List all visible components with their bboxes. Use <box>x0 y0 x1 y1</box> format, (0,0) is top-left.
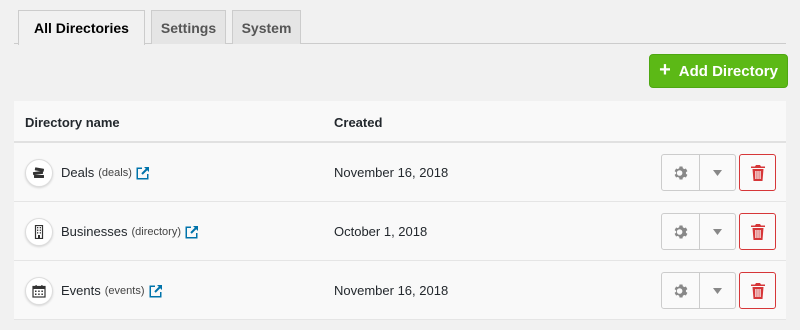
directories-table: Directory name Created Deals (deals) Nov… <box>14 101 786 320</box>
trash-icon <box>750 223 765 240</box>
tab-all-directories[interactable]: All Directories <box>18 10 145 45</box>
settings-button[interactable] <box>662 214 700 249</box>
plus-icon: + <box>659 59 671 81</box>
directory-name-cell: Events (events) <box>61 283 163 298</box>
directory-avatar <box>25 159 53 187</box>
directory-name[interactable]: Events <box>61 283 101 298</box>
settings-button[interactable] <box>662 273 700 308</box>
gear-icon <box>674 284 687 297</box>
building-icon <box>34 225 44 239</box>
deals-icon <box>32 167 45 178</box>
created-date: November 16, 2018 <box>334 165 449 180</box>
table-row: Events (events) November 16, 2018 <box>14 261 786 320</box>
delete-button[interactable] <box>739 213 776 250</box>
external-link-icon[interactable] <box>185 225 199 239</box>
directory-name-cell: Businesses (directory) <box>61 224 199 239</box>
chevron-down-icon <box>713 287 722 294</box>
actions-button-group <box>661 213 736 250</box>
directory-avatar <box>25 277 53 305</box>
add-directory-button[interactable]: + Add Directory <box>649 54 788 88</box>
column-header-created[interactable]: Created <box>334 115 382 130</box>
table-row: Businesses (directory) October 1, 2018 <box>14 202 786 261</box>
delete-button[interactable] <box>739 272 776 309</box>
add-directory-label: Add Directory <box>678 62 778 80</box>
tab-bar: All Directories Settings System <box>14 10 786 45</box>
external-link-icon[interactable] <box>149 284 163 298</box>
created-date: November 16, 2018 <box>334 283 449 298</box>
settings-button[interactable] <box>662 155 700 190</box>
chevron-down-icon <box>713 228 722 235</box>
more-actions-dropdown[interactable] <box>700 214 735 249</box>
trash-icon <box>750 164 765 181</box>
column-header-directory-name[interactable]: Directory name <box>25 115 120 130</box>
tab-system[interactable]: System <box>232 10 301 44</box>
delete-button[interactable] <box>739 154 776 191</box>
directory-name[interactable]: Deals <box>61 165 94 180</box>
gear-icon <box>674 225 687 238</box>
created-date: October 1, 2018 <box>334 224 428 239</box>
table-row: Deals (deals) November 16, 2018 <box>14 143 786 202</box>
directory-slug: (deals) <box>98 166 132 179</box>
directory-name-cell: Deals (deals) <box>61 165 150 180</box>
more-actions-dropdown[interactable] <box>700 273 735 308</box>
tab-settings[interactable]: Settings <box>151 10 226 44</box>
chevron-down-icon <box>713 169 722 176</box>
directory-slug: (directory) <box>131 225 181 238</box>
external-link-icon[interactable] <box>136 166 150 180</box>
actions-button-group <box>661 272 736 309</box>
directory-slug: (events) <box>104 284 145 297</box>
actions-button-group <box>661 154 736 191</box>
gear-icon <box>674 166 687 179</box>
table-header: Directory name Created <box>14 101 786 143</box>
directory-avatar <box>25 218 53 246</box>
more-actions-dropdown[interactable] <box>700 155 735 190</box>
directory-name[interactable]: Businesses <box>61 224 127 239</box>
calendar-icon <box>32 285 46 298</box>
trash-icon <box>750 282 765 299</box>
